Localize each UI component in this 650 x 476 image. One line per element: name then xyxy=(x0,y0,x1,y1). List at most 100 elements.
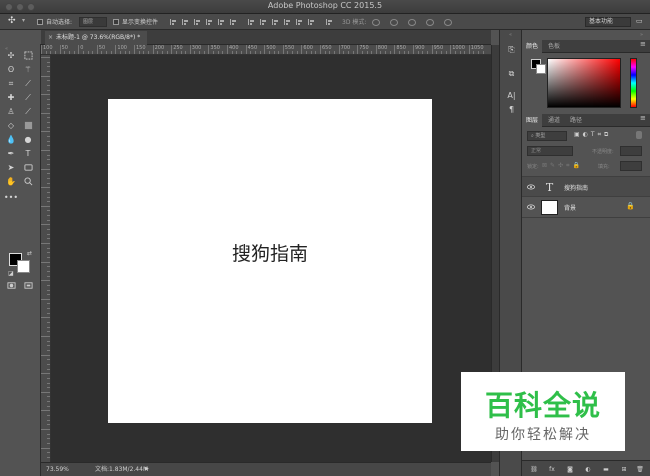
color-panel-background-swatch[interactable] xyxy=(536,64,546,74)
panel-menu-icon[interactable]: ≡ xyxy=(640,40,646,48)
default-colors-icon[interactable]: ◪ xyxy=(8,270,14,277)
workspace-dropdown[interactable]: 基本功能 xyxy=(585,17,631,27)
align-hcenter-icon[interactable] xyxy=(218,19,225,25)
more-tools-icon[interactable]: ••• xyxy=(4,192,18,203)
eye-icon[interactable] xyxy=(527,204,535,210)
canvas-text-layer[interactable]: 搜狗指南 xyxy=(108,239,432,266)
distribute-right-icon[interactable] xyxy=(308,19,315,25)
hand-tool-icon[interactable]: ✋ xyxy=(5,176,17,187)
marquee-tool-icon[interactable] xyxy=(22,50,34,61)
align-vcenter-icon[interactable] xyxy=(182,19,189,25)
pen-tool-icon[interactable]: ✒ xyxy=(5,148,17,159)
layers-panel-tabs: 图层 通道 路径 ≡ xyxy=(522,114,650,127)
show-transform-checkbox[interactable] xyxy=(113,19,119,25)
dodge-tool-icon[interactable]: ● xyxy=(22,134,34,145)
layer-filter-icons[interactable]: ▣◐T⌗⧉ xyxy=(574,131,611,139)
layer-mask-icon[interactable]: ◙ xyxy=(566,465,574,473)
brush-tool-icon[interactable]: ⟋ xyxy=(22,92,34,103)
adjustment-layer-icon[interactable]: ◐ xyxy=(584,465,592,473)
ruler-minor-tick xyxy=(254,51,256,54)
3d-roll-icon[interactable] xyxy=(390,19,398,26)
document-canvas[interactable]: 搜狗指南 xyxy=(108,99,432,423)
ruler-major-tick xyxy=(41,150,50,151)
screen-mode-icon[interactable] xyxy=(22,280,34,291)
move-tool-icon[interactable]: ✣ xyxy=(8,16,16,26)
filter-toggle[interactable] xyxy=(636,131,642,139)
3d-scale-icon[interactable] xyxy=(444,19,452,26)
layer-row-background[interactable]: 背景 🔒 xyxy=(522,197,650,218)
eraser-tool-icon[interactable]: ◇ xyxy=(5,120,17,131)
horizontal-ruler[interactable]: 100 50 0 50 100 150 200 250 300 350 400 450 500 550 60… xyxy=(41,45,491,55)
gradient-tool-icon[interactable] xyxy=(22,120,34,131)
properties-panel-icon[interactable]: ⧉ xyxy=(506,68,517,79)
rectangle-tool-icon[interactable] xyxy=(22,162,34,173)
layer-kind-filter[interactable]: ⌕ 类型 xyxy=(527,131,567,141)
zoom-tool-icon[interactable] xyxy=(22,176,34,187)
background-color-swatch[interactable] xyxy=(17,260,30,273)
path-selection-tool-icon[interactable]: ➤ xyxy=(5,162,17,173)
quick-mask-icon[interactable] xyxy=(5,280,17,291)
color-picker-field[interactable] xyxy=(547,58,621,108)
tab-swatches[interactable]: 色板 xyxy=(544,40,564,53)
distribute-bottom-icon[interactable] xyxy=(272,19,279,25)
3d-rotate-icon[interactable] xyxy=(372,19,380,26)
auto-select-dropdown[interactable]: 图层 xyxy=(79,17,107,27)
blend-mode-dropdown[interactable]: 正常 xyxy=(527,146,573,156)
tab-document[interactable]: × 未标题-1 @ 73.6%(RGB/8*) * xyxy=(45,31,147,45)
clone-stamp-tool-icon[interactable]: ♙ xyxy=(5,106,17,117)
auto-align-icon[interactable] xyxy=(326,19,333,25)
type-tool-icon[interactable]: T xyxy=(22,148,34,159)
chevron-down-icon[interactable]: ▾ xyxy=(22,17,25,24)
delete-layer-icon[interactable]: 🗑 xyxy=(636,465,644,473)
distribute-hcenter-icon[interactable] xyxy=(296,19,303,25)
expand-panels-icon[interactable]: « xyxy=(509,32,512,38)
tab-color[interactable]: 颜色 xyxy=(522,40,543,53)
align-bottom-icon[interactable] xyxy=(194,19,201,25)
zoom-level[interactable]: 73.59% xyxy=(46,463,69,476)
collapse-panels-icon[interactable]: » xyxy=(640,32,643,38)
status-expand-icon[interactable]: ▶ xyxy=(145,463,149,476)
lasso-tool-icon[interactable]: ʘ xyxy=(5,64,17,75)
tab-paths[interactable]: 路径 xyxy=(566,114,586,127)
healing-brush-tool-icon[interactable]: ✚ xyxy=(5,92,17,103)
ruler-minor-tick xyxy=(147,51,149,54)
3d-slide-icon[interactable] xyxy=(426,19,434,26)
align-top-icon[interactable] xyxy=(170,19,177,25)
tab-channels[interactable]: 通道 xyxy=(544,114,564,127)
blur-tool-icon[interactable]: 💧 xyxy=(5,134,17,145)
magic-wand-tool-icon[interactable]: ⚚ xyxy=(22,64,34,75)
history-brush-tool-icon[interactable]: ⟋ xyxy=(22,106,34,117)
eyedropper-tool-icon[interactable]: ⟋ xyxy=(22,78,34,89)
distribute-left-icon[interactable] xyxy=(284,19,291,25)
3d-drag-icon[interactable] xyxy=(408,19,416,26)
layer-row-text[interactable]: T 搜狗指南 xyxy=(522,176,650,197)
character-panel-icon[interactable]: A| xyxy=(506,90,517,101)
align-right-icon[interactable] xyxy=(230,19,237,25)
paragraph-panel-icon[interactable]: ¶ xyxy=(506,104,517,115)
vertical-ruler[interactable] xyxy=(41,55,51,462)
panel-menu-icon[interactable]: ≡ xyxy=(640,114,646,122)
auto-select-checkbox[interactable] xyxy=(37,19,43,25)
align-left-icon[interactable] xyxy=(206,19,213,25)
tab-layers[interactable]: 图层 xyxy=(522,114,543,127)
layer-name[interactable]: 搜狗指南 xyxy=(564,183,588,192)
swap-colors-icon[interactable]: ⇄ xyxy=(27,250,32,257)
close-icon[interactable]: × xyxy=(48,31,53,44)
hue-slider[interactable] xyxy=(630,58,637,108)
new-group-icon[interactable]: ▬ xyxy=(602,465,610,473)
eye-icon[interactable] xyxy=(527,184,535,190)
link-layers-icon[interactable]: ⛓ xyxy=(530,465,538,473)
history-panel-icon[interactable]: ⎘ xyxy=(506,44,517,55)
layer-name[interactable]: 背景 xyxy=(564,203,576,212)
workspace-panel-icon[interactable]: ▭ xyxy=(636,17,643,25)
lock-icons[interactable]: ⊠✎✣⌗🔒 xyxy=(542,162,583,170)
distribute-vcenter-icon[interactable] xyxy=(260,19,267,25)
crop-tool-icon[interactable]: ⌗ xyxy=(5,78,17,89)
move-tool-icon[interactable]: ✣ xyxy=(5,50,17,61)
layer-style-icon[interactable]: fx xyxy=(548,465,556,473)
fill-field[interactable] xyxy=(620,161,642,171)
new-layer-icon[interactable]: ⊞ xyxy=(620,465,628,473)
opacity-field[interactable] xyxy=(620,146,642,156)
canvas-area[interactable]: 搜狗指南 xyxy=(51,55,491,462)
distribute-top-icon[interactable] xyxy=(248,19,255,25)
